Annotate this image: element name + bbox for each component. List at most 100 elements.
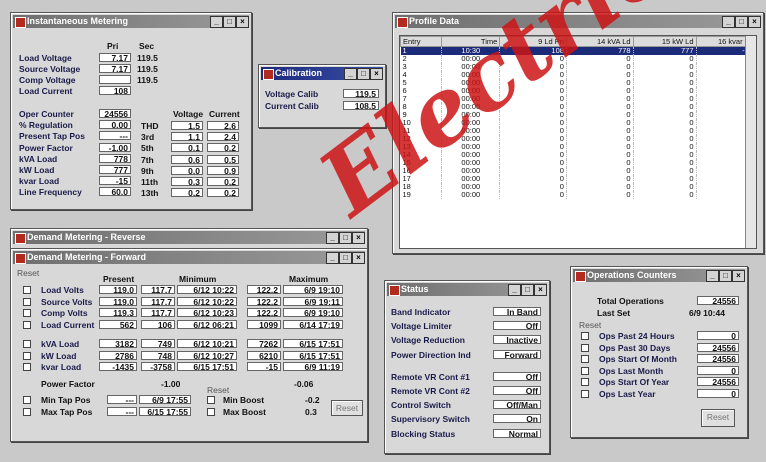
table-row[interactable]: 1400:000000 — [400, 151, 756, 159]
reset-checkbox[interactable] — [23, 286, 31, 294]
ops-label: Ops Past 30 Days — [599, 342, 671, 353]
reset-checkbox[interactable] — [23, 309, 31, 317]
reset-checkbox[interactable] — [23, 363, 31, 371]
table-row[interactable]: 200:000000 — [400, 55, 756, 63]
ops-reset-button[interactable]: Reset — [701, 409, 735, 427]
table-row[interactable]: 1200:000000 — [400, 135, 756, 143]
status-title-bar[interactable]: Status _ □ × — [387, 283, 547, 296]
profile-data-window[interactable]: Profile Data _ □ × Entry Time 9 Ld Pri 14 k… — [392, 12, 764, 254]
ops-reset-checkbox[interactable] — [581, 332, 589, 340]
table-cell: 0 — [633, 71, 697, 79]
minimize-button[interactable]: _ — [722, 16, 735, 28]
column-header[interactable]: 14 kVA Ld — [565, 36, 634, 47]
table-row[interactable]: 1700:000000 — [400, 175, 756, 183]
status-window[interactable]: Status _ □ × Band Indicator In Band Voltag… — [384, 280, 550, 454]
ops-label: Ops Start Of Year — [599, 377, 670, 387]
table-row[interactable]: 1600:000000 — [400, 167, 756, 175]
ops-reset-checkbox[interactable] — [581, 389, 589, 398]
present-value: 119.3 — [99, 308, 137, 318]
demand-reset-button[interactable]: Reset — [331, 400, 363, 416]
reset-checkbox[interactable] — [23, 297, 31, 306]
demand-forward-window[interactable]: Demand Metering - Forward _ □ × Reset Pr… — [10, 248, 368, 442]
min-boost-reset-checkbox[interactable] — [207, 396, 215, 404]
maximize-button[interactable]: □ — [735, 16, 748, 28]
close-button[interactable]: × — [534, 284, 547, 296]
operations-counters-window[interactable]: Operations Counters _ □ × Total Operatio… — [570, 266, 748, 438]
column-header[interactable]: 15 kW Ld — [632, 36, 697, 47]
max-tap-reset-checkbox[interactable] — [23, 408, 31, 416]
column-header[interactable]: Time — [441, 36, 501, 47]
maximize-button[interactable]: □ — [339, 252, 352, 264]
calibration-window[interactable]: Calibration _ □ × Voltage Calib 119.5 Curr… — [258, 64, 386, 128]
ops-label: Ops Start Of Month — [599, 354, 677, 364]
table-cell: 0 — [566, 191, 634, 199]
minimize-button[interactable]: _ — [326, 232, 339, 244]
maximize-button[interactable]: □ — [719, 270, 732, 282]
maximize-button[interactable]: □ — [357, 68, 370, 80]
demand-forward-title-bar[interactable]: Demand Metering - Forward _ □ × — [13, 251, 365, 264]
min-tap-reset-checkbox[interactable] — [23, 396, 31, 404]
close-button[interactable]: × — [370, 68, 383, 80]
profile-title-bar[interactable]: Profile Data _ □ × — [395, 15, 761, 28]
minimize-button[interactable]: _ — [344, 68, 357, 80]
column-header[interactable]: 9 Ld Pri — [499, 36, 567, 47]
table-row[interactable]: 1800:000000 — [400, 183, 756, 191]
profile-data-grid[interactable]: Entry Time 9 Ld Pri 14 kVA Ld 15 kW Ld 16 kva… — [399, 35, 757, 249]
harmonic-label: 7th — [141, 154, 154, 165]
table-row[interactable]: 800:000000 — [400, 103, 756, 111]
demand-reverse-title-bar[interactable]: Demand Metering - Reverse _ □ × — [13, 231, 365, 244]
instantaneous-title-bar[interactable]: Instantaneous Metering _ □ × — [13, 15, 249, 28]
column-header[interactable]: Entry — [400, 36, 443, 47]
maximize-button[interactable]: □ — [521, 284, 534, 296]
minimize-button[interactable]: _ — [706, 270, 719, 282]
calibration-title-bar[interactable]: Calibration _ □ × — [261, 67, 383, 80]
ops-reset-checkbox[interactable] — [581, 355, 589, 363]
reset-checkbox[interactable] — [23, 340, 31, 348]
table-row[interactable]: 400:000000 — [400, 71, 756, 79]
minimize-button[interactable]: _ — [210, 16, 223, 28]
harmonic-voltage: 1.5 — [171, 121, 203, 131]
max-boost-reset-checkbox[interactable] — [207, 408, 215, 416]
instantaneous-metering-window[interactable]: Instantaneous Metering _ □ × Pri Sec Loa… — [10, 12, 252, 210]
metering-label: % Regulation — [19, 120, 73, 131]
table-row[interactable]: 1900:000000 — [400, 191, 756, 199]
table-row[interactable]: 110:30108778777-15 — [400, 46, 756, 55]
close-button[interactable]: × — [352, 252, 365, 264]
ops-reset-checkbox[interactable] — [581, 343, 589, 352]
close-button[interactable]: × — [352, 232, 365, 244]
minimize-button[interactable]: _ — [326, 252, 339, 264]
ops-reset-checkbox[interactable] — [581, 378, 589, 386]
table-row[interactable]: 1500:000000 — [400, 159, 756, 167]
table-row[interactable]: 900:000000 — [400, 111, 756, 119]
table-cell: 0 — [499, 55, 567, 63]
table-row[interactable]: 1000:000000 — [400, 119, 756, 127]
window-title: Status — [401, 284, 429, 294]
close-button[interactable]: × — [236, 16, 249, 28]
reset-checkbox[interactable] — [23, 351, 31, 360]
metering-value: -15 — [99, 176, 131, 186]
table-row[interactable]: 600:000000 — [400, 87, 756, 95]
table-row[interactable]: 500:000000 — [400, 79, 756, 87]
close-button[interactable]: × — [732, 270, 745, 282]
power-factor-label: Power Factor — [41, 379, 95, 389]
min-value: 117.7 — [141, 296, 175, 306]
reset-checkbox[interactable] — [23, 320, 31, 329]
vertical-scrollbar[interactable] — [745, 36, 756, 248]
metering-value: 0.00 — [99, 120, 131, 130]
table-row[interactable]: 1300:000000 — [400, 143, 756, 151]
operations-title-bar[interactable]: Operations Counters _ □ × — [573, 269, 745, 282]
minimize-button[interactable]: _ — [508, 284, 521, 296]
min-time: 6/12 10:22 — [177, 285, 237, 295]
present-value: 2786 — [99, 350, 137, 360]
maximize-button[interactable]: □ — [223, 16, 236, 28]
table-row[interactable]: 700:000000 — [400, 95, 756, 103]
demand-label: kW Load — [41, 350, 77, 361]
max-value: 1099 — [247, 319, 281, 329]
close-button[interactable]: × — [748, 16, 761, 28]
ops-reset-checkbox[interactable] — [581, 366, 589, 375]
table-row[interactable]: 300:000000 — [400, 63, 756, 71]
table-cell: 0 — [633, 103, 697, 111]
table-cell: 0 — [499, 119, 567, 127]
table-row[interactable]: 1100:000000 — [400, 127, 756, 135]
maximize-button[interactable]: □ — [339, 232, 352, 244]
